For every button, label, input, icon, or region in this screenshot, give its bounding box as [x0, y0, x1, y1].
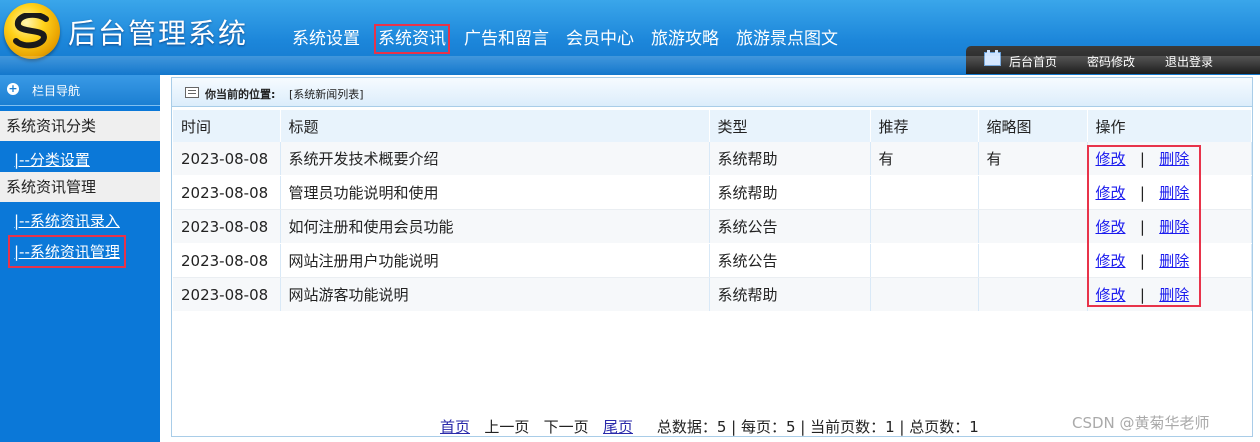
action-separator: | [1139, 184, 1145, 202]
cell-actions: 修改 | 删除 [1087, 277, 1252, 312]
cell-title: 网站游客功能说明 [280, 277, 710, 312]
table-header-row: 时间 标题 类型 推荐 缩略图 操作 [173, 110, 1252, 142]
sidebar-category-news-management[interactable]: 系统资讯管理 [0, 172, 160, 202]
nav-scenic-spots[interactable]: 旅游景点图文 [736, 28, 838, 50]
cell-type: 系统公告 [709, 243, 871, 278]
delete-link[interactable]: 删除 [1159, 252, 1189, 270]
plus-circle-icon[interactable]: + [7, 83, 19, 95]
action-separator: | [1139, 218, 1145, 236]
cell-thumbnail [978, 175, 1088, 210]
cell-time: 2023-08-08 [173, 277, 281, 312]
cell-recommend: 有 [870, 142, 979, 176]
cell-type: 系统帮助 [709, 142, 871, 176]
edit-link[interactable]: 修改 [1096, 252, 1126, 270]
first-page-link[interactable]: 首页 [440, 418, 470, 436]
last-page-link[interactable]: 尾页 [603, 418, 633, 436]
cell-recommend [870, 209, 979, 244]
nav-ads-messages[interactable]: 广告和留言 [464, 28, 549, 50]
cell-thumbnail [978, 243, 1088, 278]
nav-system-news[interactable]: 系统资讯 [374, 24, 450, 54]
table-row: 2023-08-08 管理员功能说明和使用 系统帮助 修改 | 删除 [173, 175, 1252, 210]
cell-thumbnail [978, 277, 1088, 312]
column-header-type: 类型 [709, 110, 871, 142]
sidebar: + 栏目导航 系统资讯分类 |--分类设置 系统资讯管理 |--系统资讯录入 |… [0, 75, 160, 442]
column-header-actions: 操作 [1087, 110, 1252, 142]
column-header-time: 时间 [173, 110, 281, 142]
edit-link[interactable]: 修改 [1096, 218, 1126, 236]
news-table: 时间 标题 类型 推荐 缩略图 操作 2023-08-08 系统开发技术概要介绍… [173, 110, 1252, 312]
admin-home-link[interactable]: 后台首页 [1009, 53, 1057, 70]
cell-recommend [870, 277, 979, 312]
cell-actions: 修改 | 删除 [1087, 209, 1252, 244]
main-content: 你当前的位置: [系统新闻列表] 时间 标题 类型 推荐 缩略图 操作 2023… [171, 77, 1253, 437]
cell-thumbnail [978, 209, 1088, 244]
app-title: 后台管理系统 [68, 17, 249, 50]
change-password-link[interactable]: 密码修改 [1087, 53, 1135, 70]
sidebar-item-news-entry[interactable]: |--系统资讯录入 [14, 210, 120, 231]
cell-actions: 修改 | 删除 [1087, 243, 1252, 278]
delete-link[interactable]: 删除 [1159, 184, 1189, 202]
cell-title: 网站注册用户功能说明 [280, 243, 710, 278]
cell-recommend [870, 175, 979, 210]
cell-type: 系统帮助 [709, 175, 871, 210]
action-separator: | [1139, 150, 1145, 168]
sidebar-header: + 栏目导航 [0, 75, 160, 106]
edit-link[interactable]: 修改 [1096, 184, 1126, 202]
breadcrumb-label: 你当前的位置: [205, 88, 276, 101]
cell-time: 2023-08-08 [173, 175, 281, 210]
prev-page-link[interactable]: 上一页 [484, 418, 529, 436]
edit-link[interactable]: 修改 [1096, 286, 1126, 304]
cell-title: 管理员功能说明和使用 [280, 175, 710, 210]
delete-link[interactable]: 删除 [1159, 286, 1189, 304]
header: 后台管理系统 系统设置 系统资讯 广告和留言 会员中心 旅游攻略 旅游景点图文 … [0, 0, 1260, 75]
logout-link[interactable]: 退出登录 [1165, 53, 1213, 70]
column-header-thumbnail: 缩略图 [978, 110, 1088, 142]
cell-title: 系统开发技术概要介绍 [280, 142, 710, 176]
breadcrumb-value: [系统新闻列表] [289, 88, 364, 101]
table-row: 2023-08-08 如何注册和使用会员功能 系统公告 修改 | 删除 [173, 209, 1252, 244]
table-row: 2023-08-08 系统开发技术概要介绍 系统帮助 有 有 修改 | 删除 [173, 142, 1252, 176]
nav-travel-guides[interactable]: 旅游攻略 [651, 28, 719, 50]
cell-type: 系统公告 [709, 209, 871, 244]
nav-member-center[interactable]: 会员中心 [566, 28, 634, 50]
pagination: 首页 上一页 下一页 尾页 总数据：5 | 每页：5 | 当前页数：1 | 总页… [440, 416, 979, 437]
sidebar-item-news-management[interactable]: |--系统资讯管理 [8, 235, 126, 268]
column-header-recommend: 推荐 [870, 110, 979, 142]
cell-recommend [870, 243, 979, 278]
cell-title: 如何注册和使用会员功能 [280, 209, 710, 244]
breadcrumb: 你当前的位置: [系统新闻列表] [172, 78, 1252, 107]
watermark: CSDN @黄菊华老师 [1072, 414, 1210, 432]
list-icon [185, 87, 199, 98]
cell-actions: 修改 | 删除 [1087, 175, 1252, 210]
delete-link[interactable]: 删除 [1159, 150, 1189, 168]
table-row: 2023-08-08 网站注册用户功能说明 系统公告 修改 | 删除 [173, 243, 1252, 278]
sidebar-category-news-types[interactable]: 系统资讯分类 [0, 111, 160, 141]
nav-system-settings[interactable]: 系统设置 [292, 28, 360, 50]
action-separator: | [1139, 252, 1145, 270]
header-toolbar: 后台首页 密码修改 退出登录 [966, 46, 1260, 74]
action-separator: | [1139, 286, 1145, 304]
cell-actions: 修改 | 删除 [1087, 142, 1252, 176]
logo-icon [4, 3, 60, 59]
column-header-title: 标题 [280, 110, 710, 142]
table-row: 2023-08-08 网站游客功能说明 系统帮助 修改 | 删除 [173, 277, 1252, 312]
sidebar-title: 栏目导航 [32, 84, 81, 98]
delete-link[interactable]: 删除 [1159, 218, 1189, 236]
edit-link[interactable]: 修改 [1096, 150, 1126, 168]
cell-time: 2023-08-08 [173, 243, 281, 278]
cell-time: 2023-08-08 [173, 209, 281, 244]
sidebar-item-category-settings[interactable]: |--分类设置 [14, 149, 90, 170]
cell-thumbnail: 有 [978, 142, 1088, 176]
calendar-icon [984, 50, 1001, 66]
cell-time: 2023-08-08 [173, 142, 281, 176]
next-page-link[interactable]: 下一页 [544, 418, 589, 436]
cell-type: 系统帮助 [709, 277, 871, 312]
pagination-summary: 总数据：5 | 每页：5 | 当前页数：1 | 总页数：1 [656, 418, 979, 436]
